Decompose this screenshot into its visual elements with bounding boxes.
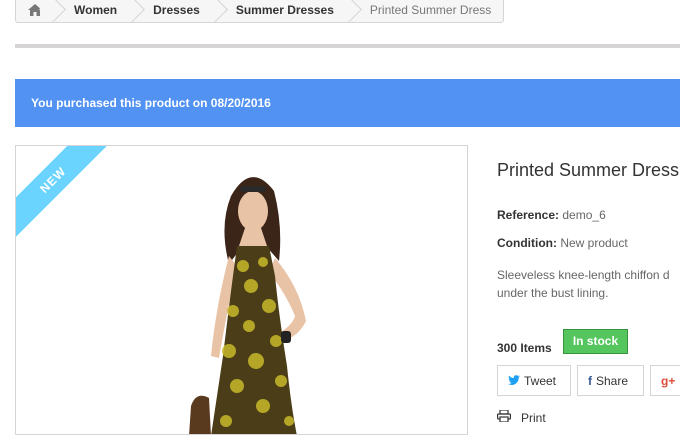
- tweet-label: Tweet: [524, 373, 557, 388]
- share-button[interactable]: f Share: [577, 365, 644, 396]
- description-line-2: under the bust lining.: [497, 286, 609, 300]
- breadcrumb-current: Printed Summer Dress: [369, 2, 492, 17]
- reference-label: Reference:: [497, 208, 560, 222]
- breadcrumb-summer-dresses[interactable]: Summer Dresses: [216, 0, 362, 23]
- product-image-box[interactable]: NEW: [15, 145, 468, 435]
- product-info: Printed Summer Dress Reference: demo_6 C…: [497, 160, 680, 425]
- condition-row: Condition: New product: [497, 236, 628, 250]
- product-image: [189, 177, 306, 434]
- product-title: Printed Summer Dress: [497, 160, 680, 180]
- twitter-icon: [508, 374, 520, 388]
- purchase-notice-text: You purchased this product on 08/20/2016: [31, 96, 271, 110]
- divider: [15, 44, 680, 48]
- new-badge: NEW: [16, 146, 116, 243]
- product-description: Sleeveless knee-length chiffon d under t…: [497, 266, 680, 302]
- facebook-icon: f: [588, 373, 592, 388]
- tweet-button[interactable]: Tweet: [497, 365, 571, 396]
- google-plus-icon: g+: [661, 373, 676, 388]
- availability-badge: In stock: [563, 329, 628, 354]
- reference-value: demo_6: [562, 208, 606, 222]
- condition-value: New product: [560, 236, 628, 250]
- description-line-1: Sleeveless knee-length chiffon d: [497, 268, 670, 282]
- condition-label: Condition:: [497, 236, 557, 250]
- breadcrumb: Women Dresses Summer Dresses Printed Sum…: [15, 0, 505, 23]
- share-label: Share: [596, 373, 629, 388]
- breadcrumb-women[interactable]: Women: [54, 0, 146, 23]
- breadcrumb-home[interactable]: [16, 0, 66, 23]
- breadcrumb-dresses[interactable]: Dresses: [133, 0, 228, 23]
- purchase-notice: You purchased this product on 08/20/2016: [15, 79, 680, 127]
- reference-row: Reference: demo_6: [497, 208, 606, 222]
- google-plus-button[interactable]: g+ G: [650, 365, 680, 396]
- quantity-available: 300 Items: [497, 341, 552, 355]
